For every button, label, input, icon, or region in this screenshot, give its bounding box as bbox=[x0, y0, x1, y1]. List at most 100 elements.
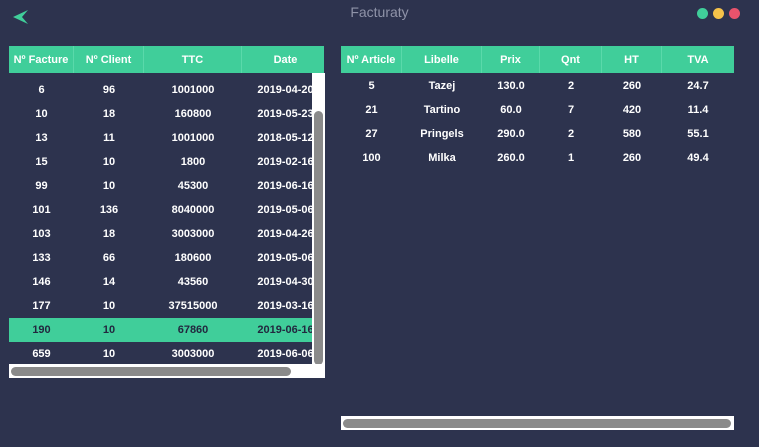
table-cell: 659 bbox=[32, 348, 51, 360]
invoice-row[interactable]: 6 96 1001000 2019-04-20 bbox=[9, 78, 324, 102]
table-cell: 130.0 bbox=[497, 80, 525, 92]
table-cell: 99 bbox=[35, 180, 48, 192]
table-cell: Tazej bbox=[428, 80, 456, 92]
table-cell: 146 bbox=[32, 276, 51, 288]
green-dot-icon[interactable] bbox=[697, 8, 708, 19]
table-cell: 37515000 bbox=[168, 300, 218, 312]
table-cell: 10 bbox=[102, 156, 116, 168]
invoices-vertical-scroll-thumb[interactable] bbox=[314, 111, 323, 365]
table-cell: 1 bbox=[567, 152, 575, 164]
table-cell: 2 bbox=[567, 128, 575, 140]
column-header[interactable]: TVA bbox=[662, 46, 734, 73]
article-row[interactable]: 100 Milka 260.0 1 260 49.4 bbox=[341, 146, 734, 170]
table-cell: Tartino bbox=[423, 104, 461, 116]
articles-table-header: Nº Article Libelle Prix Qnt HT TVA bbox=[341, 46, 734, 73]
table-cell: 190 bbox=[32, 324, 51, 336]
table-cell: 177 bbox=[32, 300, 51, 312]
invoice-row[interactable]: 177 10 37515000 2019-03-16 bbox=[9, 294, 324, 318]
article-row[interactable]: 27 Pringels 290.0 2 580 55.1 bbox=[341, 122, 734, 146]
table-cell: 24.7 bbox=[687, 80, 709, 92]
table-cell: 18 bbox=[102, 228, 116, 240]
article-row[interactable]: 21 Tartino 60.0 7 420 11.4 bbox=[341, 98, 734, 122]
table-cell: 10 bbox=[35, 108, 48, 120]
table-cell: 15 bbox=[35, 156, 48, 168]
window-title: Facturaty bbox=[350, 4, 409, 20]
table-cell: 21 bbox=[365, 104, 378, 116]
table-cell: 49.4 bbox=[687, 152, 709, 164]
table-cell: 14 bbox=[102, 276, 116, 288]
table-cell: 66 bbox=[102, 252, 116, 264]
invoice-row[interactable]: 103 18 3003000 2019-04-26 bbox=[9, 222, 324, 246]
table-cell: 260.0 bbox=[497, 152, 525, 164]
articles-horizontal-scrollbar[interactable] bbox=[341, 416, 734, 430]
column-header[interactable]: HT bbox=[602, 46, 662, 73]
table-cell: 60.0 bbox=[500, 104, 522, 116]
column-header[interactable]: Libelle bbox=[402, 46, 482, 73]
invoices-table: Nº Facture Nº Client TTC Date 6 96 1001000… bbox=[9, 46, 324, 364]
table-cell: 1001000 bbox=[171, 84, 215, 96]
invoice-row[interactable]: 15 10 1800 2019-02-16 bbox=[9, 150, 324, 174]
table-cell: Milka bbox=[428, 152, 456, 164]
column-header[interactable]: Date bbox=[242, 46, 324, 73]
yellow-dot-icon[interactable] bbox=[713, 8, 724, 19]
table-cell: 103 bbox=[32, 228, 51, 240]
invoices-table-body: 6 96 1001000 2019-04-20 10 18 160800 2019-05-23… bbox=[9, 78, 324, 364]
invoice-row[interactable]: 99 10 45300 2019-06-16 bbox=[9, 174, 324, 198]
table-cell: 101 bbox=[32, 204, 51, 216]
table-cell: 10 bbox=[102, 300, 116, 312]
invoice-row[interactable]: 10 18 160800 2019-05-23 bbox=[9, 102, 324, 126]
table-cell: 11.4 bbox=[687, 104, 709, 116]
table-cell: 27 bbox=[365, 128, 378, 140]
red-dot-icon[interactable] bbox=[729, 8, 740, 19]
table-cell: 420 bbox=[622, 104, 642, 116]
table-cell: 5 bbox=[368, 80, 375, 92]
article-row[interactable]: 5 Tazej 130.0 2 260 24.7 bbox=[341, 74, 734, 98]
invoice-row[interactable]: 190 10 67860 2019-06-16 bbox=[9, 318, 324, 342]
table-cell: 3003000 bbox=[171, 348, 215, 360]
column-header[interactable]: Nº Article bbox=[341, 46, 402, 73]
table-cell: 10 bbox=[102, 180, 116, 192]
invoice-row[interactable]: 133 66 180600 2019-05-06 bbox=[9, 246, 324, 270]
table-cell: 260 bbox=[622, 152, 642, 164]
table-cell: 580 bbox=[622, 128, 642, 140]
table-cell: 133 bbox=[32, 252, 51, 264]
table-cell: 13 bbox=[35, 132, 48, 144]
column-header[interactable]: Prix bbox=[482, 46, 540, 73]
table-cell: 10 bbox=[102, 348, 116, 360]
invoice-row[interactable]: 659 10 3003000 2019-06-06 bbox=[9, 342, 324, 364]
table-cell: 160800 bbox=[174, 108, 212, 120]
table-cell: 180600 bbox=[174, 252, 212, 264]
invoices-horizontal-scrollbar[interactable] bbox=[9, 364, 325, 378]
articles-horizontal-scroll-thumb[interactable] bbox=[343, 419, 731, 428]
table-cell: 290.0 bbox=[497, 128, 525, 140]
table-cell: 136 bbox=[99, 204, 119, 216]
table-cell: 260 bbox=[622, 80, 642, 92]
table-cell: 1001000 bbox=[171, 132, 215, 144]
invoice-row[interactable]: 146 14 43560 2019-04-30 bbox=[9, 270, 324, 294]
table-cell: 96 bbox=[102, 84, 116, 96]
table-cell: 43560 bbox=[177, 276, 209, 288]
table-cell: 10 bbox=[102, 324, 116, 336]
table-cell: 3003000 bbox=[171, 228, 215, 240]
column-header[interactable]: Qnt bbox=[540, 46, 602, 73]
table-cell: 8040000 bbox=[171, 204, 215, 216]
invoice-row[interactable]: 101 136 8040000 2019-05-06 bbox=[9, 198, 324, 222]
invoices-horizontal-scroll-thumb[interactable] bbox=[11, 367, 291, 376]
table-cell: 45300 bbox=[177, 180, 209, 192]
table-cell: 1800 bbox=[180, 156, 206, 168]
invoice-row[interactable]: 13 11 1001000 2018-05-12 bbox=[9, 126, 324, 150]
articles-table: Nº Article Libelle Prix Qnt HT TVA 5 Taze… bbox=[341, 46, 734, 416]
table-cell: 11 bbox=[103, 132, 115, 144]
invoices-vertical-scrollbar[interactable] bbox=[312, 73, 325, 367]
column-header[interactable]: Nº Facture bbox=[9, 46, 74, 73]
table-cell: 18 bbox=[102, 108, 116, 120]
column-header[interactable]: Nº Client bbox=[74, 46, 144, 73]
table-cell: 7 bbox=[567, 104, 575, 116]
table-cell: 100 bbox=[362, 152, 381, 164]
table-cell: 6 bbox=[38, 84, 45, 96]
window-controls bbox=[697, 8, 740, 19]
table-cell: Pringels bbox=[420, 128, 464, 140]
table-cell: 2 bbox=[567, 80, 575, 92]
table-cell: 55.1 bbox=[687, 128, 709, 140]
column-header[interactable]: TTC bbox=[144, 46, 242, 73]
